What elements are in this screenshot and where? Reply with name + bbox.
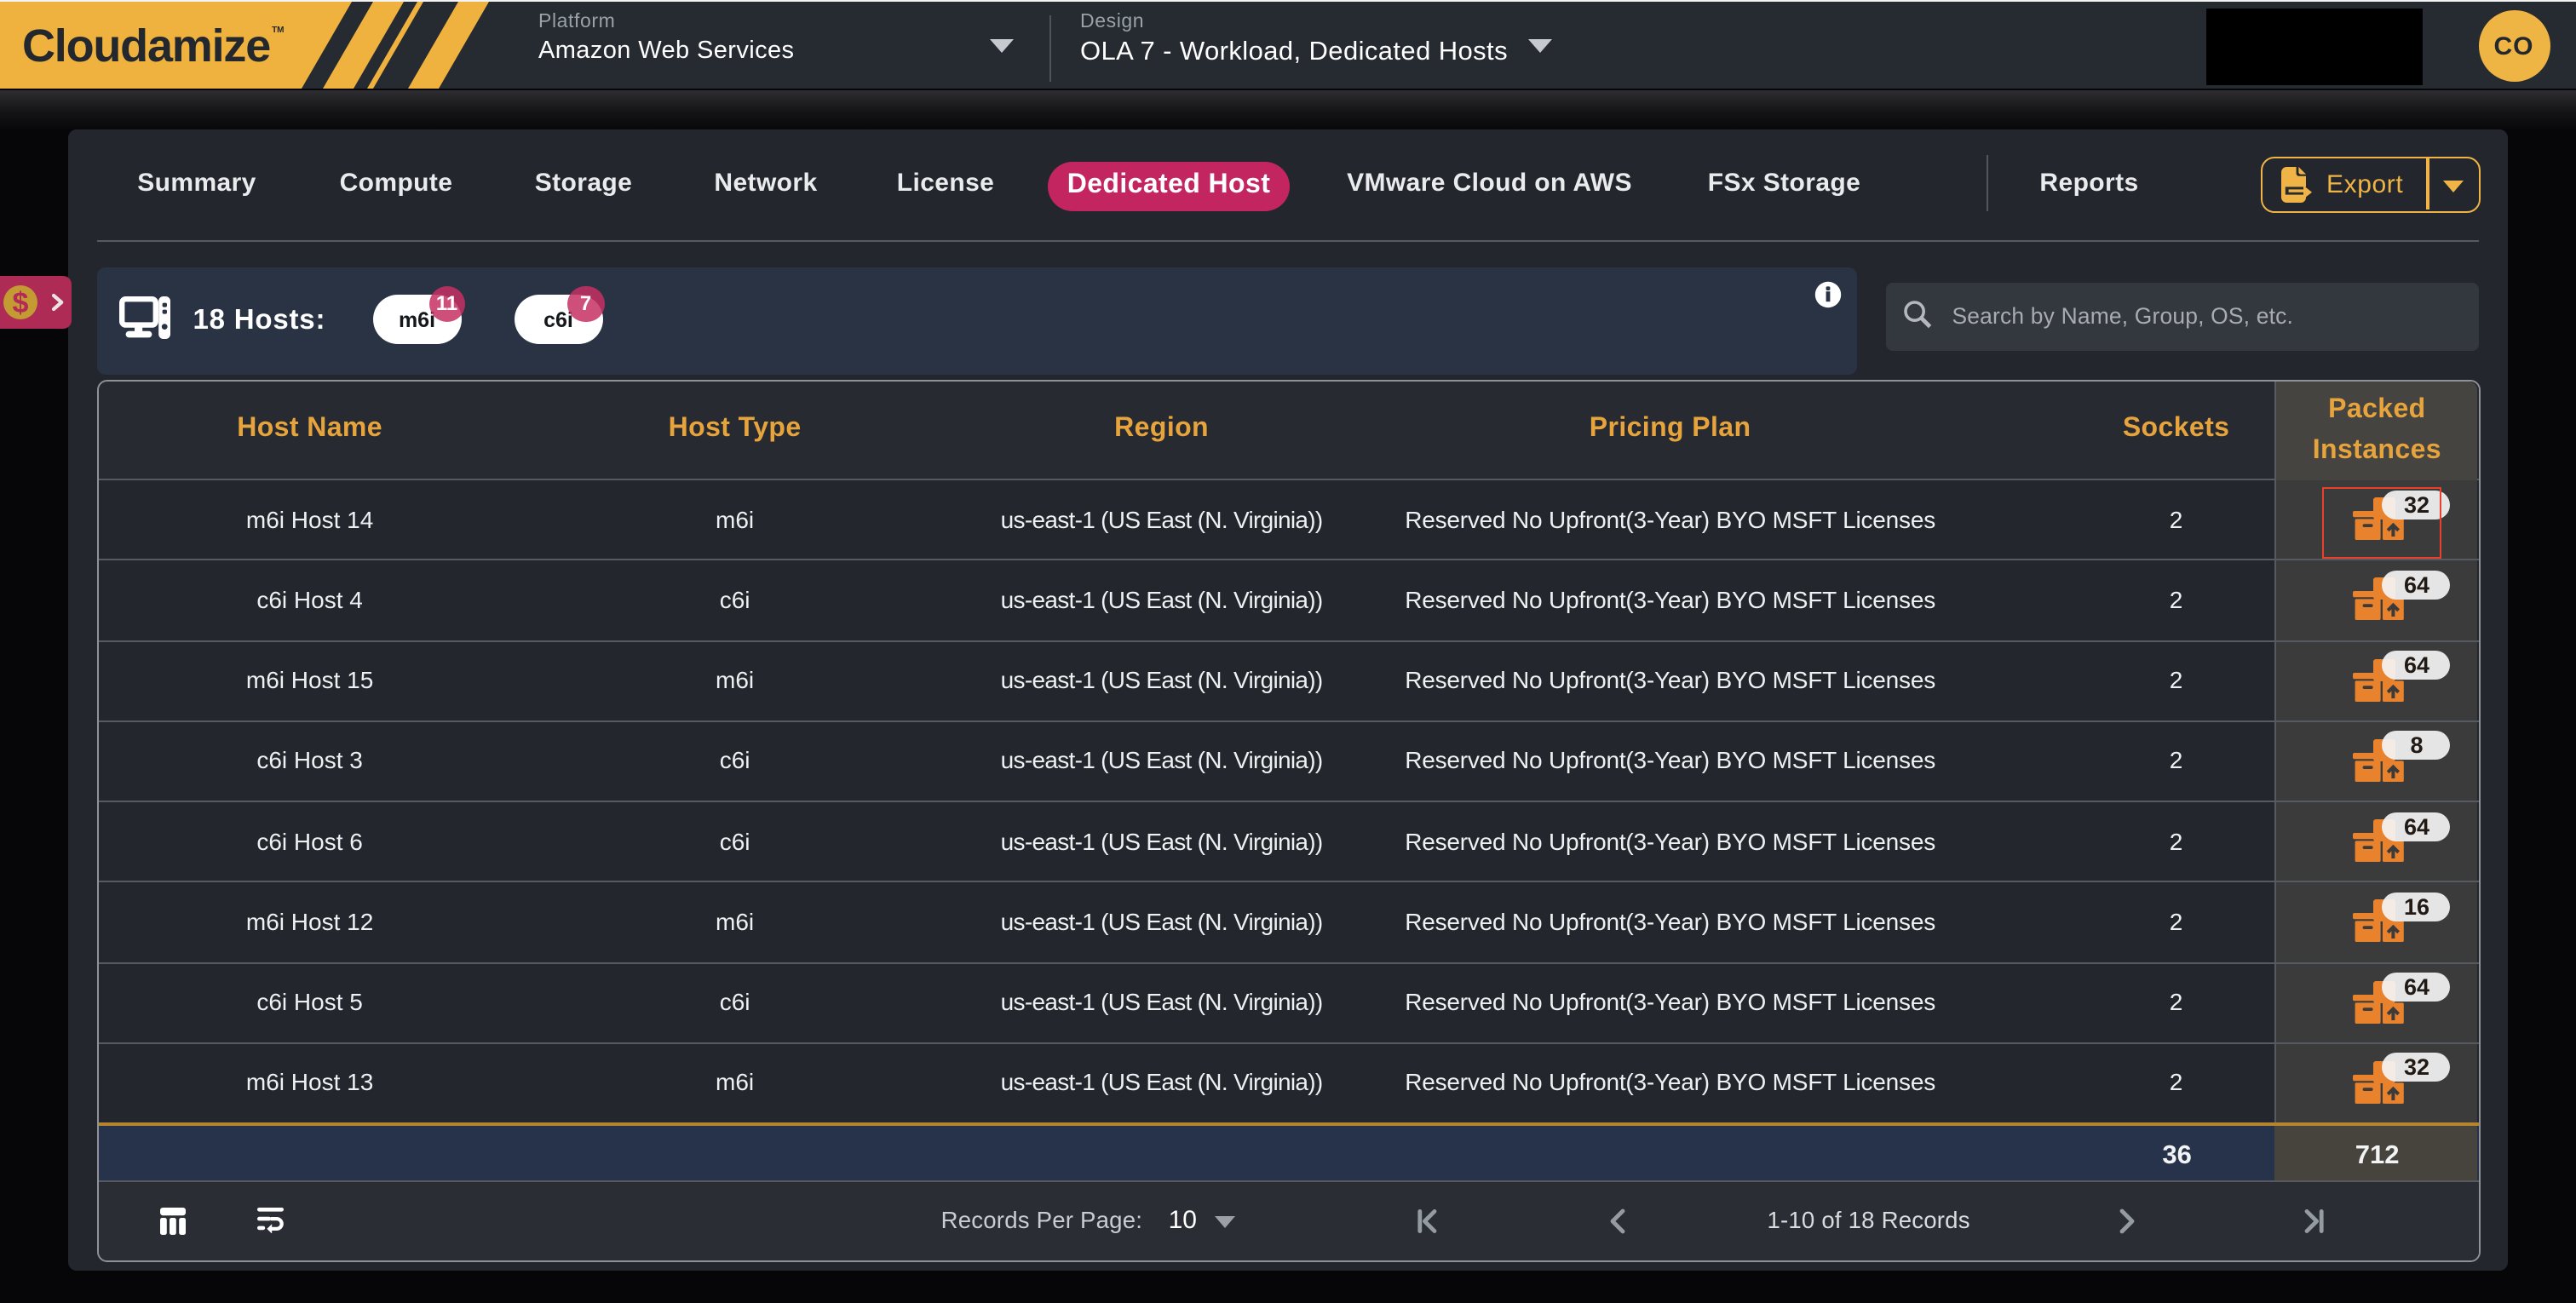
svg-text:$: $: [13, 286, 29, 319]
